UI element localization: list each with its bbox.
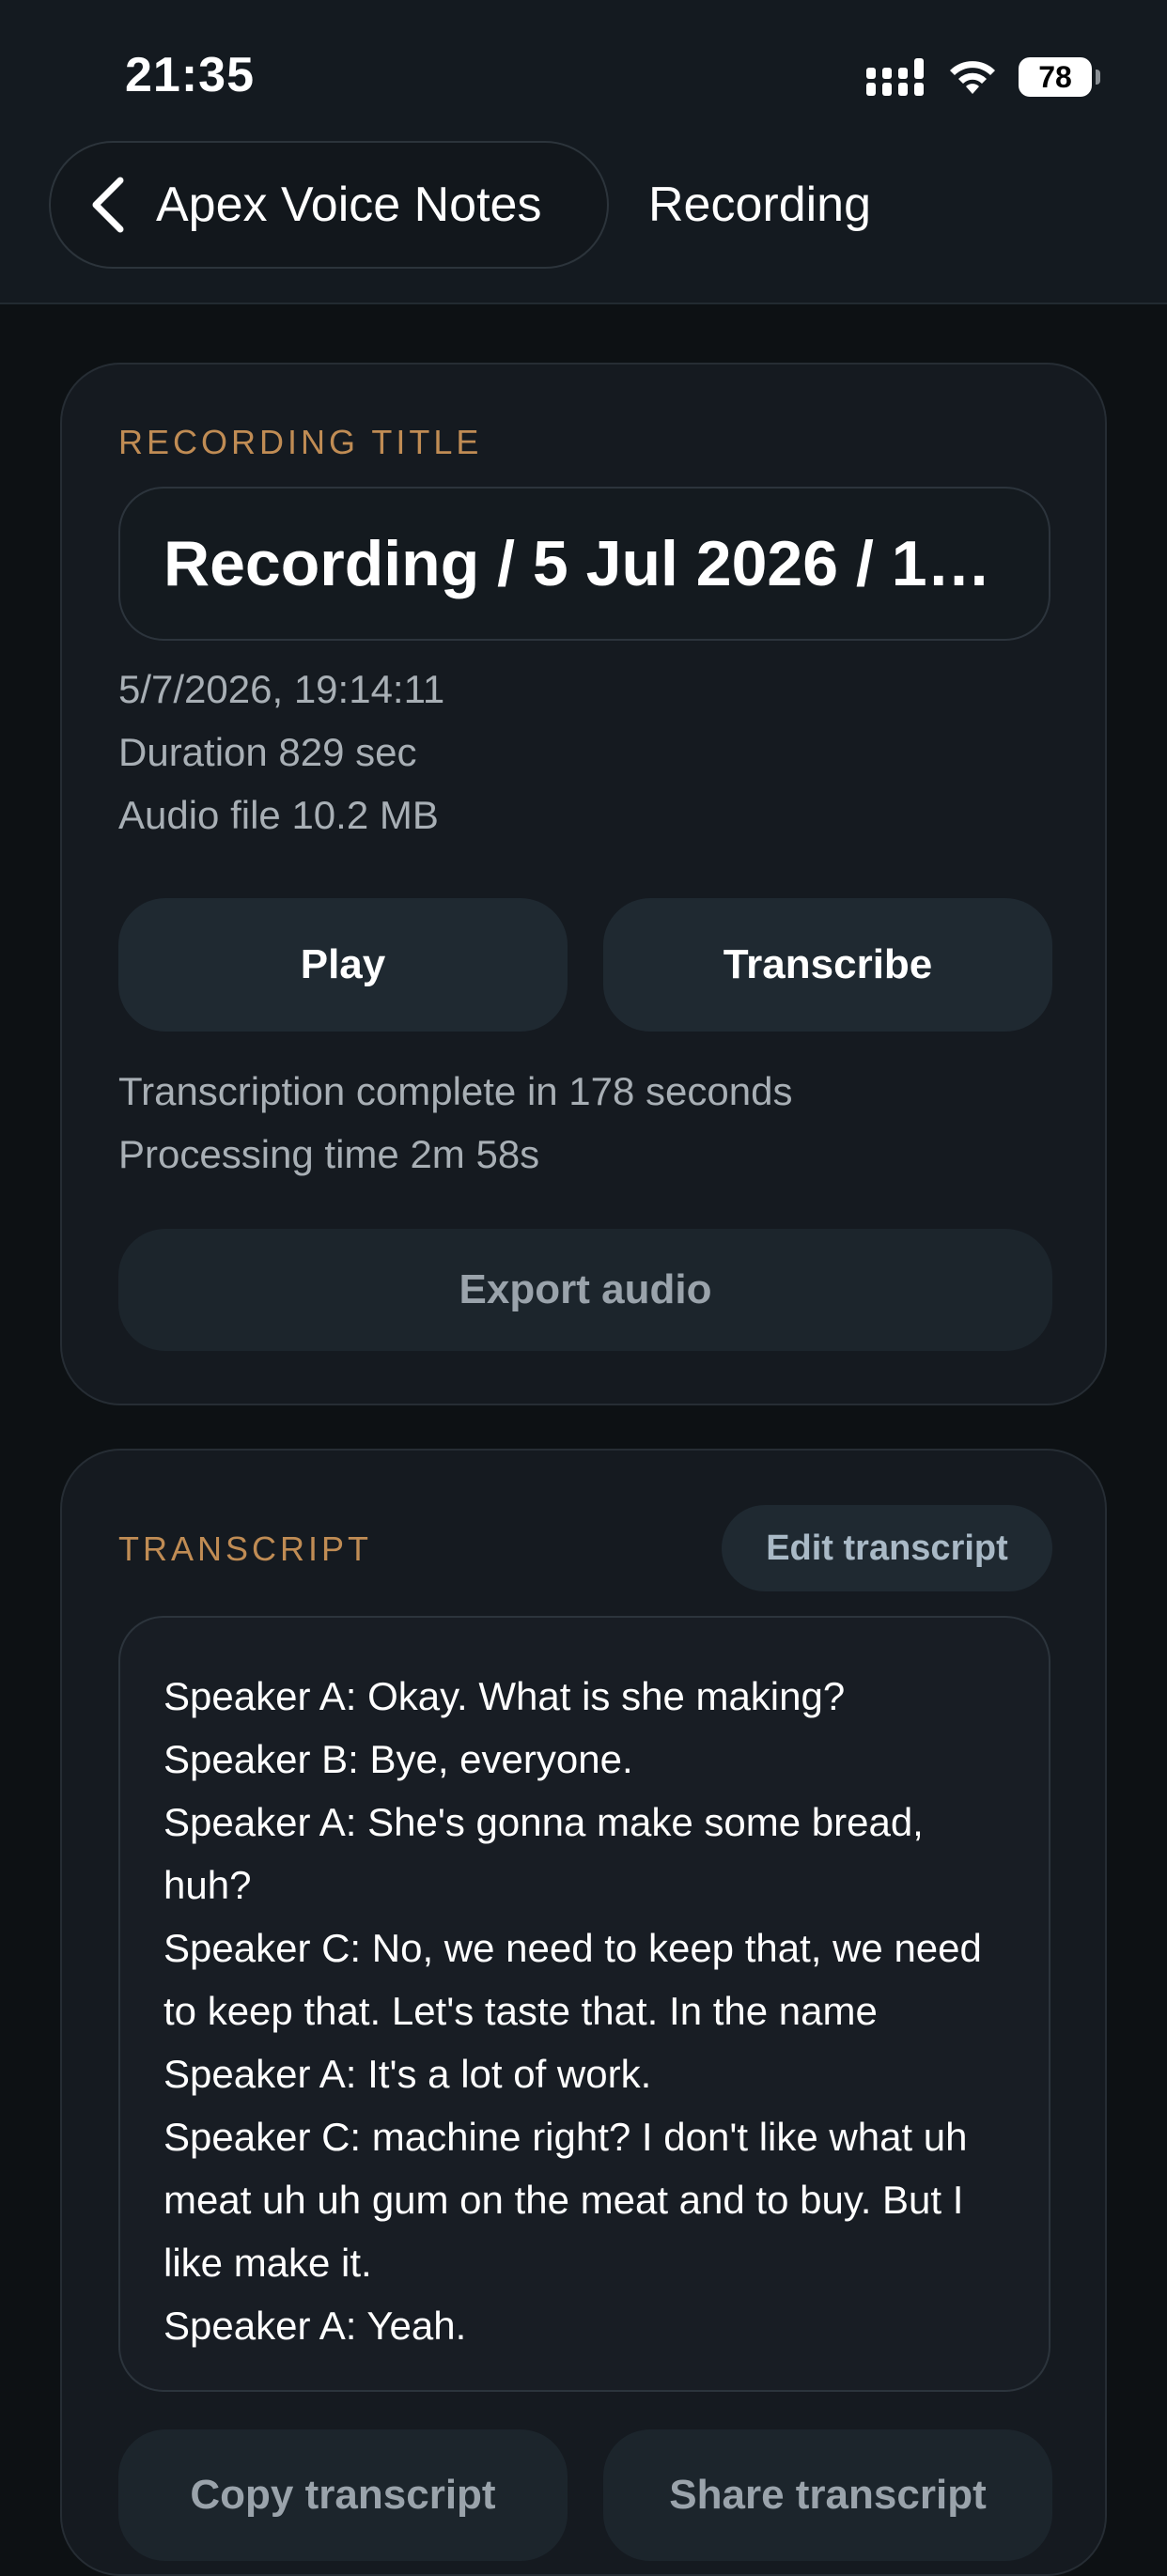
- copy-transcript-button[interactable]: Copy transcript: [118, 2429, 568, 2561]
- recording-title-label: RECORDING TITLE: [118, 423, 483, 461]
- transcript-line: Speaker A: Yeah.: [163, 2304, 467, 2348]
- recording-duration: Duration 829 sec: [118, 730, 417, 774]
- recording-title-value: Recording / 5 Jul 2026 / 19:14: [163, 528, 1009, 599]
- transcript-text-area[interactable]: Speaker A: Okay. What is she making? Spe…: [118, 1616, 1050, 2392]
- processing-time: Processing time 2m 58s: [118, 1132, 540, 1176]
- recording-title-field[interactable]: Recording / 5 Jul 2026 / 19:14: [118, 487, 1050, 641]
- share-transcript-button[interactable]: Share transcript: [603, 2429, 1052, 2561]
- transcribe-button[interactable]: Transcribe: [603, 898, 1052, 1032]
- battery-icon: 78: [1019, 57, 1100, 97]
- page-title: Recording: [648, 178, 872, 232]
- chevron-left-icon: [92, 177, 124, 233]
- transcript-line: Speaker A: It's a lot of work.: [163, 2052, 652, 2096]
- recording-datetime: 5/7/2026, 19:14:11: [118, 667, 445, 711]
- transcript-line: Speaker A: Okay. What is she making?: [163, 1674, 846, 1718]
- status-icons: 78: [866, 53, 1100, 101]
- wifi-icon: [950, 61, 995, 94]
- transcript-line: Speaker A: She's gonna make some bread, …: [163, 1800, 924, 1907]
- transcript-content: Speaker A: Okay. What is she making? Spe…: [163, 1665, 1009, 2357]
- transcription-status: Transcription complete in 178 seconds: [118, 1069, 793, 1113]
- recording-file-size: Audio file 10.2 MB: [118, 793, 439, 837]
- transcript-line: Speaker B: Bye, everyone.: [163, 1737, 633, 1781]
- edit-transcript-button[interactable]: Edit transcript: [722, 1505, 1052, 1591]
- status-time: 21:35: [125, 48, 255, 102]
- transcript-line: Speaker C: machine right? I don't like w…: [163, 2115, 968, 2285]
- back-button[interactable]: Apex Voice Notes: [49, 141, 609, 269]
- recording-card: RECORDING TITLE Recording / 5 Jul 2026 /…: [60, 363, 1107, 1405]
- transcript-card: TRANSCRIPT Edit transcript Speaker A: Ok…: [60, 1449, 1107, 2576]
- transcript-label: TRANSCRIPT: [118, 1529, 373, 1568]
- play-button[interactable]: Play: [118, 898, 568, 1032]
- top-bar: 21:35 78 Apex Voice Notes Recording: [0, 0, 1167, 304]
- cellular-signal-icon: [866, 58, 924, 96]
- export-audio-button[interactable]: Export audio: [118, 1229, 1052, 1351]
- transcript-line: Speaker C: No, we need to keep that, we …: [163, 1926, 982, 2033]
- back-button-label: Apex Voice Notes: [156, 178, 542, 232]
